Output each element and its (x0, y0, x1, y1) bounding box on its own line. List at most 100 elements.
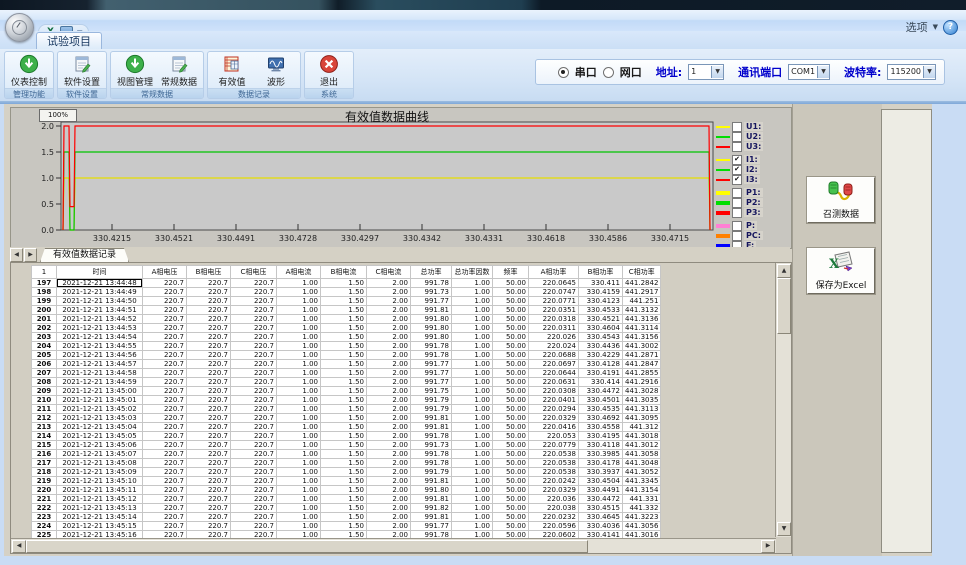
value-cell[interactable]: 220.0779 (529, 441, 579, 450)
value-cell[interactable]: 50.00 (493, 432, 529, 441)
value-cell[interactable]: 1.50 (321, 459, 367, 468)
value-cell[interactable]: 50.00 (493, 333, 529, 342)
value-cell[interactable]: 220.7 (187, 387, 231, 396)
value-cell[interactable]: 1.00 (452, 333, 493, 342)
value-cell[interactable]: 991.79 (411, 396, 452, 405)
value-cell[interactable]: 50.00 (493, 306, 529, 315)
time-cell[interactable]: 2021-12-21 13:45:14 (57, 513, 143, 522)
value-cell[interactable]: 220.7 (143, 369, 187, 378)
value-cell[interactable]: 1.00 (277, 486, 321, 495)
value-cell[interactable]: 220.7 (231, 432, 277, 441)
value-cell[interactable]: 220.7 (187, 486, 231, 495)
grid-header-cell[interactable]: C相功率 (623, 266, 661, 279)
value-cell[interactable]: 1.00 (452, 378, 493, 387)
legend-checkbox[interactable] (732, 231, 742, 241)
grid-header-cell[interactable]: 时间 (57, 266, 143, 279)
value-cell[interactable]: 220.7 (143, 423, 187, 432)
value-cell[interactable]: 1.00 (452, 405, 493, 414)
value-cell[interactable]: 1.00 (277, 324, 321, 333)
value-cell[interactable]: 2.00 (367, 468, 411, 477)
value-cell[interactable]: 220.7 (187, 441, 231, 450)
value-cell[interactable]: 50.00 (493, 396, 529, 405)
time-cell[interactable]: 2021-12-21 13:45:15 (57, 522, 143, 531)
value-cell[interactable]: 220.7 (231, 324, 277, 333)
value-cell[interactable]: 991.77 (411, 378, 452, 387)
value-cell[interactable]: 50.00 (493, 450, 529, 459)
value-cell[interactable]: 220.0416 (529, 423, 579, 432)
value-cell[interactable]: 220.7 (231, 351, 277, 360)
value-cell[interactable]: 2.00 (367, 360, 411, 369)
value-cell[interactable]: 220.0232 (529, 513, 579, 522)
value-cell[interactable]: 2.00 (367, 459, 411, 468)
horizontal-scrollbar[interactable]: ◀ ▶ (11, 538, 776, 553)
value-cell[interactable]: 1.50 (321, 441, 367, 450)
value-cell[interactable]: 2.00 (367, 315, 411, 324)
value-cell[interactable]: 220.7 (231, 279, 277, 288)
row-number-cell[interactable]: 223 (32, 513, 57, 522)
value-cell[interactable]: 1.00 (452, 306, 493, 315)
time-cell[interactable]: 2021-12-21 13:44:52 (57, 315, 143, 324)
value-cell[interactable]: 1.00 (277, 369, 321, 378)
value-cell[interactable]: 991.79 (411, 405, 452, 414)
value-cell[interactable]: 220.7 (231, 387, 277, 396)
software-settings-button[interactable]: 软件设置 (61, 53, 103, 88)
legend-checkbox[interactable] (732, 142, 742, 152)
value-cell[interactable]: 991.81 (411, 414, 452, 423)
value-cell[interactable]: 330.4558 (579, 423, 623, 432)
value-cell[interactable]: 220.7 (187, 414, 231, 423)
value-cell[interactable]: 441.3002 (623, 342, 661, 351)
value-cell[interactable]: 441.3058 (623, 450, 661, 459)
row-number-cell[interactable]: 216 (32, 450, 57, 459)
value-cell[interactable]: 220.7 (143, 405, 187, 414)
value-cell[interactable]: 220.7 (231, 315, 277, 324)
value-cell[interactable]: 220.7 (187, 450, 231, 459)
value-cell[interactable]: 2.00 (367, 351, 411, 360)
value-cell[interactable]: 1.00 (277, 378, 321, 387)
value-cell[interactable]: 330.4604 (579, 324, 623, 333)
value-cell[interactable]: 220.7 (231, 477, 277, 486)
value-cell[interactable]: 220.7 (143, 297, 187, 306)
value-cell[interactable]: 50.00 (493, 324, 529, 333)
value-cell[interactable]: 50.00 (493, 513, 529, 522)
value-cell[interactable]: 2.00 (367, 387, 411, 396)
value-cell[interactable]: 330.4436 (579, 342, 623, 351)
value-cell[interactable]: 220.7 (231, 306, 277, 315)
value-cell[interactable]: 220.7 (231, 396, 277, 405)
value-cell[interactable]: 1.00 (452, 414, 493, 423)
value-cell[interactable]: 330.3985 (579, 450, 623, 459)
time-cell[interactable]: 2021-12-21 13:44:58 (57, 369, 143, 378)
time-cell[interactable]: 2021-12-21 13:44:48 (57, 279, 143, 288)
value-cell[interactable]: 220.7 (143, 279, 187, 288)
value-cell[interactable]: 220.036 (529, 495, 579, 504)
value-cell[interactable]: 220.7 (143, 468, 187, 477)
value-cell[interactable]: 1.00 (452, 297, 493, 306)
value-cell[interactable]: 991.77 (411, 297, 452, 306)
value-cell[interactable]: 1.50 (321, 522, 367, 531)
value-cell[interactable]: 1.50 (321, 432, 367, 441)
value-cell[interactable]: 50.00 (493, 342, 529, 351)
value-cell[interactable]: 220.7 (143, 414, 187, 423)
value-cell[interactable]: 220.7 (231, 342, 277, 351)
value-cell[interactable]: 220.7 (187, 468, 231, 477)
grid-header-cell[interactable]: C相电流 (367, 266, 411, 279)
grid-header-cell[interactable]: C相电压 (231, 266, 277, 279)
time-cell[interactable]: 2021-12-21 13:45:07 (57, 450, 143, 459)
value-cell[interactable]: 220.7 (143, 504, 187, 513)
time-cell[interactable]: 2021-12-21 13:45:01 (57, 396, 143, 405)
value-cell[interactable]: 1.00 (452, 486, 493, 495)
value-cell[interactable]: 1.00 (452, 450, 493, 459)
value-cell[interactable]: 1.50 (321, 360, 367, 369)
value-cell[interactable]: 2.00 (367, 297, 411, 306)
value-cell[interactable]: 441.3095 (623, 414, 661, 423)
value-cell[interactable]: 220.7 (231, 405, 277, 414)
value-cell[interactable]: 220.7 (143, 360, 187, 369)
value-cell[interactable]: 220.0329 (529, 486, 579, 495)
value-cell[interactable]: 220.7 (231, 486, 277, 495)
legend-checkbox[interactable] (732, 208, 742, 218)
value-cell[interactable]: 220.0538 (529, 450, 579, 459)
tab-scroll-right-icon[interactable]: ▶ (24, 248, 37, 262)
value-cell[interactable]: 1.00 (277, 387, 321, 396)
row-number-cell[interactable]: 206 (32, 360, 57, 369)
regular-data-button[interactable]: 常规数据 (158, 53, 200, 88)
legend-checkbox[interactable]: ✔ (732, 155, 742, 165)
